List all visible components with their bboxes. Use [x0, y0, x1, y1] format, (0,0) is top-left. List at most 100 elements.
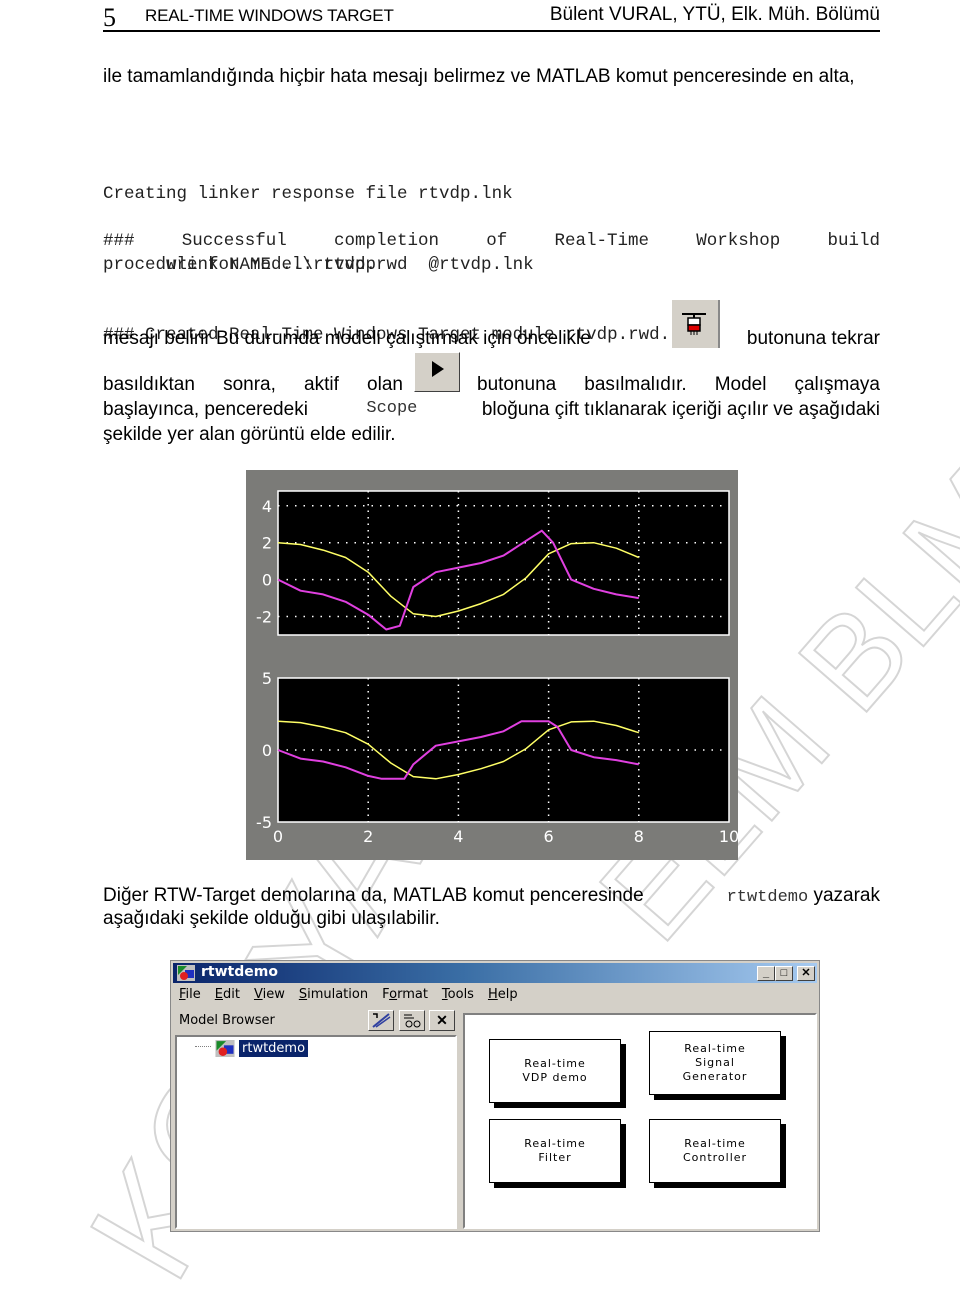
y-tick-label: 5: [262, 669, 272, 688]
code-word: completion: [333, 231, 440, 251]
block-label: Real-time: [524, 1137, 586, 1150]
close-icon: ✕: [801, 967, 811, 979]
word: butonuna: [477, 374, 557, 395]
block-label: Controller: [682, 1151, 748, 1164]
scope-window: 4 2 0 -2 5 0 -5 0 2 4 6 8 10: [246, 470, 738, 860]
page-number: 5: [103, 3, 116, 32]
y-tick-label: -5: [256, 813, 272, 832]
code-word: Workshop: [696, 231, 781, 251]
simulink-model-icon: [177, 965, 195, 981]
tree-item-rtwtdemo[interactable]: rtwtdemo: [239, 1040, 309, 1057]
library-glasses-icon: [404, 1014, 421, 1028]
code-word: build: [827, 231, 880, 251]
page-header: 5 REAL-TIME WINDOWS TARGET Bülent VURAL,…: [103, 0, 880, 32]
block-filter[interactable]: Real-time Filter: [489, 1119, 621, 1183]
code-line: procedure for model: rtvdp: [103, 254, 377, 275]
paragraph-intro: ile tamamlandığında hiçbir hata mesajı b…: [103, 66, 855, 87]
word: çalışmaya: [794, 374, 880, 395]
x-tick-label: 10: [719, 827, 738, 846]
paragraph-rtwtdemo: Diğer RTW-Target demolarına da, MATLAB k…: [103, 885, 880, 930]
inline-code-scope: Scope: [366, 399, 418, 418]
word: sonra,: [223, 374, 276, 395]
minimize-icon: _: [762, 967, 770, 979]
connect-to-target-icon: [682, 313, 706, 335]
model-browser-tree[interactable]: rtwtdemo: [175, 1035, 457, 1229]
block-label: Signal: [695, 1056, 735, 1069]
block-signal-generator[interactable]: Real-time Signal Generator: [649, 1031, 781, 1095]
browser-close-button[interactable]: ✕: [429, 1010, 455, 1031]
connect-to-target-button[interactable]: [672, 300, 720, 348]
text-run: bloğuna çift tıklanarak içeriği açılır v…: [481, 399, 880, 420]
y-tick-label: 4: [262, 497, 272, 516]
block-label: Real-time: [684, 1137, 746, 1150]
x-tick-label: 2: [363, 827, 373, 846]
word: aktif: [304, 374, 339, 395]
y-tick-label: 2: [262, 534, 272, 553]
browser-edit-button[interactable]: [368, 1010, 394, 1031]
inline-code-rtwtdemo: rtwtdemo: [726, 888, 809, 907]
text-run: aşağıdaki şekilde olduğu gibi ulaşılabil…: [103, 908, 440, 929]
word: basıldıktan: [103, 374, 195, 395]
menu-help[interactable]: Help: [488, 987, 518, 1002]
browser-library-button[interactable]: [399, 1010, 425, 1031]
block-vdp-demo[interactable]: Real-time VDP demo: [489, 1039, 621, 1103]
maximize-icon: □: [780, 967, 788, 979]
pencil-hatch-icon: [372, 1013, 391, 1028]
x-tick-label: 4: [453, 827, 463, 846]
x-tick-label: 0: [273, 827, 283, 846]
block-controller[interactable]: Real-time Controller: [649, 1119, 781, 1183]
y-tick-label: -2: [256, 608, 272, 627]
block-label: Generator: [682, 1070, 748, 1083]
word: basılmalıdır.: [584, 374, 687, 395]
tree-connector: [195, 1046, 211, 1047]
block-label: VDP demo: [522, 1071, 588, 1084]
code-word: Real-Time: [554, 231, 649, 251]
menu-file[interactable]: File: [179, 987, 201, 1002]
menu-format[interactable]: Format: [382, 987, 428, 1002]
close-button[interactable]: ✕: [797, 966, 815, 981]
text-line: başlayınca, penceredeki Scope bloğuna çi…: [103, 399, 880, 421]
maximize-button[interactable]: □: [775, 966, 793, 981]
text-run: butonuna tekrar: [746, 328, 880, 349]
menu-simulation[interactable]: Simulation: [299, 987, 368, 1002]
menu-bar: File Edit View Simulation Format Tools Help: [179, 987, 518, 1002]
code-line: Creating linker response file rtvdp.lnk: [103, 184, 513, 204]
title-bar[interactable]: rtwtdemo _ □ ✕: [173, 963, 817, 983]
model-browser-label: Model Browser: [179, 1013, 275, 1028]
block-label: Real-time: [684, 1042, 746, 1055]
word: Model: [714, 374, 767, 395]
y-tick-label: 0: [262, 741, 272, 760]
model-canvas[interactable]: Real-time VDP demo Real-time Signal Generat…: [463, 1013, 817, 1229]
y-tick-label: 0: [262, 571, 272, 590]
window-title: rtwtdemo: [201, 964, 278, 980]
x-tick-label: 8: [634, 827, 644, 846]
scope-plots: 420-250-50 2 4 6 8 10: [256, 490, 738, 846]
text-run: basıldıktan sonra, aktif olan: [103, 374, 403, 396]
word: olan: [367, 374, 403, 395]
close-icon: ✕: [436, 1012, 448, 1028]
menu-tools[interactable]: Tools: [442, 987, 474, 1002]
author-line: Bülent VURAL, YTÜ, Elk. Müh. Bölümü: [549, 4, 880, 25]
menu-edit[interactable]: Edit: [215, 987, 240, 1002]
block-label: Real-time: [524, 1057, 586, 1070]
minimize-button[interactable]: _: [757, 966, 775, 981]
chapter-title: REAL-TIME WINDOWS TARGET: [145, 6, 394, 25]
simulink-model-icon: [215, 1040, 235, 1057]
text-run: Diğer RTW-Target demolarına da, MATLAB k…: [103, 885, 644, 906]
text-run: şekilde yer alan görüntü elde edilir.: [103, 424, 396, 445]
text-run: yazarak: [813, 885, 880, 906]
menu-view[interactable]: View: [254, 987, 285, 1002]
code-word: ###: [103, 231, 135, 251]
x-tick-label: 6: [544, 827, 554, 846]
code-word: Successful: [181, 231, 287, 251]
text-line: Diğer RTW-Target demolarına da, MATLAB k…: [103, 885, 880, 907]
start-simulation-button[interactable]: [414, 352, 460, 392]
play-icon: [432, 361, 444, 377]
rtwtdemo-window: rtwtdemo _ □ ✕ File Edit View Simulation For…: [170, 960, 820, 1232]
plot-area: [277, 490, 730, 636]
code-block-success: ### Successful completion of Real-Time Worksh…: [103, 230, 880, 277]
code-line: ### Successful completion of Real-Time Worksh…: [103, 230, 880, 254]
code-word: of: [486, 231, 508, 251]
text-run: butonuna basılmalıdır. Model çalışmaya: [477, 374, 880, 396]
text-run: mesajı belirir Bu durumda modeli çalıştı…: [103, 328, 591, 349]
